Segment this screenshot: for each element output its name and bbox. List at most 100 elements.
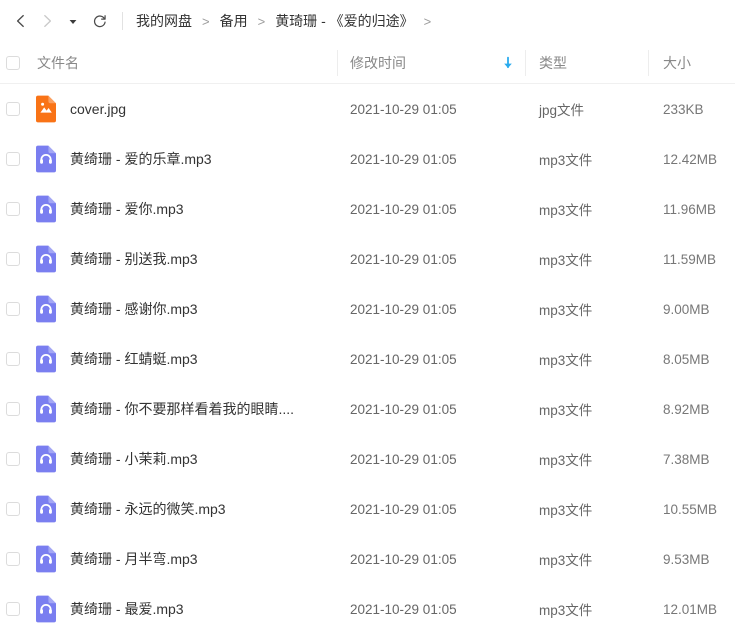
cell-file-name[interactable]: 黄绮珊 - 小茉莉.mp3 (34, 445, 337, 473)
cell-file-name[interactable]: 黄绮珊 - 月半弯.mp3 (34, 545, 337, 573)
column-header-type[interactable]: 类型 (526, 53, 648, 73)
cell-file-size: 12.42MB (649, 152, 735, 167)
column-header-type-label: 类型 (539, 54, 567, 71)
file-list-table: 文件名 修改时间 类型 大小 cover.jpg 2021-10-29 01:0… (0, 42, 735, 634)
history-dropdown-button[interactable] (60, 8, 86, 34)
audio-file-icon (36, 395, 56, 423)
cell-file-type: mp3文件 (526, 599, 648, 619)
cell-file-name[interactable]: 黄绮珊 - 你不要那样看着我的眼睛.... (34, 395, 337, 423)
cell-file-type: mp3文件 (526, 199, 648, 219)
row-checkbox[interactable] (6, 502, 20, 516)
table-row[interactable]: 黄绮珊 - 别送我.mp3 2021-10-29 01:05 mp3文件 11.… (0, 234, 735, 284)
modified-time-label: 2021-10-29 01:05 (350, 201, 457, 217)
file-name-label: 黄绮珊 - 爱你.mp3 (70, 201, 184, 217)
file-type-label: mp3文件 (539, 203, 593, 218)
cell-modified-time: 2021-10-29 01:05 (338, 402, 525, 417)
row-checkbox-cell[interactable] (0, 402, 34, 416)
table-row[interactable]: 黄绮珊 - 永远的微笑.mp3 2021-10-29 01:05 mp3文件 1… (0, 484, 735, 534)
file-size-label: 8.92MB (663, 401, 710, 417)
cell-file-name[interactable]: 黄绮珊 - 永远的微笑.mp3 (34, 495, 337, 523)
cell-file-type: mp3文件 (526, 249, 648, 269)
table-row[interactable]: cover.jpg 2021-10-29 01:05 jpg文件 233KB (0, 84, 735, 134)
file-type-label: mp3文件 (539, 403, 593, 418)
table-row[interactable]: 黄绮珊 - 小茉莉.mp3 2021-10-29 01:05 mp3文件 7.3… (0, 434, 735, 484)
modified-time-label: 2021-10-29 01:05 (350, 501, 457, 517)
cell-file-name[interactable]: 黄绮珊 - 最爱.mp3 (34, 595, 337, 623)
file-name-label: 黄绮珊 - 别送我.mp3 (70, 251, 198, 267)
row-checkbox-cell[interactable] (0, 352, 34, 366)
row-checkbox-cell[interactable] (0, 452, 34, 466)
row-checkbox-cell[interactable] (0, 152, 34, 166)
chevron-right-icon (44, 14, 52, 28)
table-row[interactable]: 黄绮珊 - 爱的乐章.mp3 2021-10-29 01:05 mp3文件 12… (0, 134, 735, 184)
audio-file-icon (36, 145, 56, 173)
column-header-name[interactable]: 文件名 (34, 53, 337, 73)
cell-file-size: 233KB (649, 102, 735, 117)
column-header-size[interactable]: 大小 (649, 53, 735, 73)
modified-time-label: 2021-10-29 01:05 (350, 101, 457, 117)
audio-file-icon (36, 245, 56, 273)
row-checkbox-cell[interactable] (0, 302, 34, 316)
modified-time-label: 2021-10-29 01:05 (350, 451, 457, 467)
forward-button[interactable] (34, 8, 60, 34)
image-file-icon (36, 95, 56, 123)
cell-modified-time: 2021-10-29 01:05 (338, 152, 525, 167)
cell-file-size: 12.01MB (649, 602, 735, 617)
cell-file-name[interactable]: 黄绮珊 - 别送我.mp3 (34, 245, 337, 273)
row-checkbox[interactable] (6, 152, 20, 166)
cell-file-name[interactable]: 黄绮珊 - 感谢你.mp3 (34, 295, 337, 323)
modified-time-label: 2021-10-29 01:05 (350, 301, 457, 317)
row-checkbox[interactable] (6, 402, 20, 416)
refresh-button[interactable] (86, 8, 112, 34)
cell-modified-time: 2021-10-29 01:05 (338, 252, 525, 267)
arrow-down-icon[interactable] (501, 56, 515, 70)
column-header-time[interactable]: 修改时间 (338, 53, 525, 73)
column-header-size-label: 大小 (663, 54, 691, 71)
cell-file-name[interactable]: cover.jpg (34, 95, 337, 123)
file-name-label: 黄绮珊 - 月半弯.mp3 (70, 551, 198, 567)
row-checkbox[interactable] (6, 202, 20, 216)
row-checkbox-cell[interactable] (0, 602, 34, 616)
row-checkbox[interactable] (6, 302, 20, 316)
file-type-label: mp3文件 (539, 153, 593, 168)
table-body: cover.jpg 2021-10-29 01:05 jpg文件 233KB 黄… (0, 84, 735, 634)
cell-file-type: mp3文件 (526, 299, 648, 319)
table-row[interactable]: 黄绮珊 - 最爱.mp3 2021-10-29 01:05 mp3文件 12.0… (0, 584, 735, 634)
table-row[interactable]: 黄绮珊 - 红蜻蜓.mp3 2021-10-29 01:05 mp3文件 8.0… (0, 334, 735, 384)
row-checkbox[interactable] (6, 452, 20, 466)
row-checkbox-cell[interactable] (0, 102, 34, 116)
breadcrumb-item-current[interactable]: 黄琦珊 - 《爱的归途》 (274, 11, 414, 31)
cell-file-name[interactable]: 黄绮珊 - 爱你.mp3 (34, 195, 337, 223)
table-row[interactable]: 黄绮珊 - 爱你.mp3 2021-10-29 01:05 mp3文件 11.9… (0, 184, 735, 234)
table-row[interactable]: 黄绮珊 - 月半弯.mp3 2021-10-29 01:05 mp3文件 9.5… (0, 534, 735, 584)
row-checkbox-cell[interactable] (0, 552, 34, 566)
table-row[interactable]: 黄绮珊 - 你不要那样看着我的眼睛.... 2021-10-29 01:05 m… (0, 384, 735, 434)
select-all-checkbox-cell[interactable] (0, 55, 34, 70)
table-row[interactable]: 黄绮珊 - 感谢你.mp3 2021-10-29 01:05 mp3文件 9.0… (0, 284, 735, 334)
row-checkbox[interactable] (6, 252, 20, 266)
select-all-checkbox[interactable] (6, 55, 20, 70)
cell-file-size: 8.05MB (649, 352, 735, 367)
file-name-label: 黄绮珊 - 感谢你.mp3 (70, 301, 198, 317)
back-button[interactable] (8, 8, 34, 34)
refresh-icon (93, 14, 106, 27)
row-checkbox[interactable] (6, 352, 20, 366)
file-type-label: mp3文件 (539, 603, 593, 618)
cell-file-size: 8.92MB (649, 402, 735, 417)
row-checkbox-cell[interactable] (0, 502, 34, 516)
file-size-label: 9.53MB (663, 551, 710, 567)
row-checkbox-cell[interactable] (0, 252, 34, 266)
cell-file-name[interactable]: 黄绮珊 - 红蜻蜓.mp3 (34, 345, 337, 373)
row-checkbox[interactable] (6, 552, 20, 566)
breadcrumb-item-backup[interactable]: 备用 (219, 11, 249, 31)
file-size-label: 11.59MB (663, 251, 717, 267)
row-checkbox[interactable] (6, 102, 20, 116)
breadcrumb-item-root[interactable]: 我的网盘 (135, 11, 193, 31)
row-checkbox[interactable] (6, 602, 20, 616)
row-checkbox-cell[interactable] (0, 202, 34, 216)
audio-file-icon (36, 345, 56, 373)
file-type-label: jpg文件 (539, 103, 585, 118)
cell-modified-time: 2021-10-29 01:05 (338, 352, 525, 367)
cell-file-size: 9.53MB (649, 552, 735, 567)
cell-file-name[interactable]: 黄绮珊 - 爱的乐章.mp3 (34, 145, 337, 173)
